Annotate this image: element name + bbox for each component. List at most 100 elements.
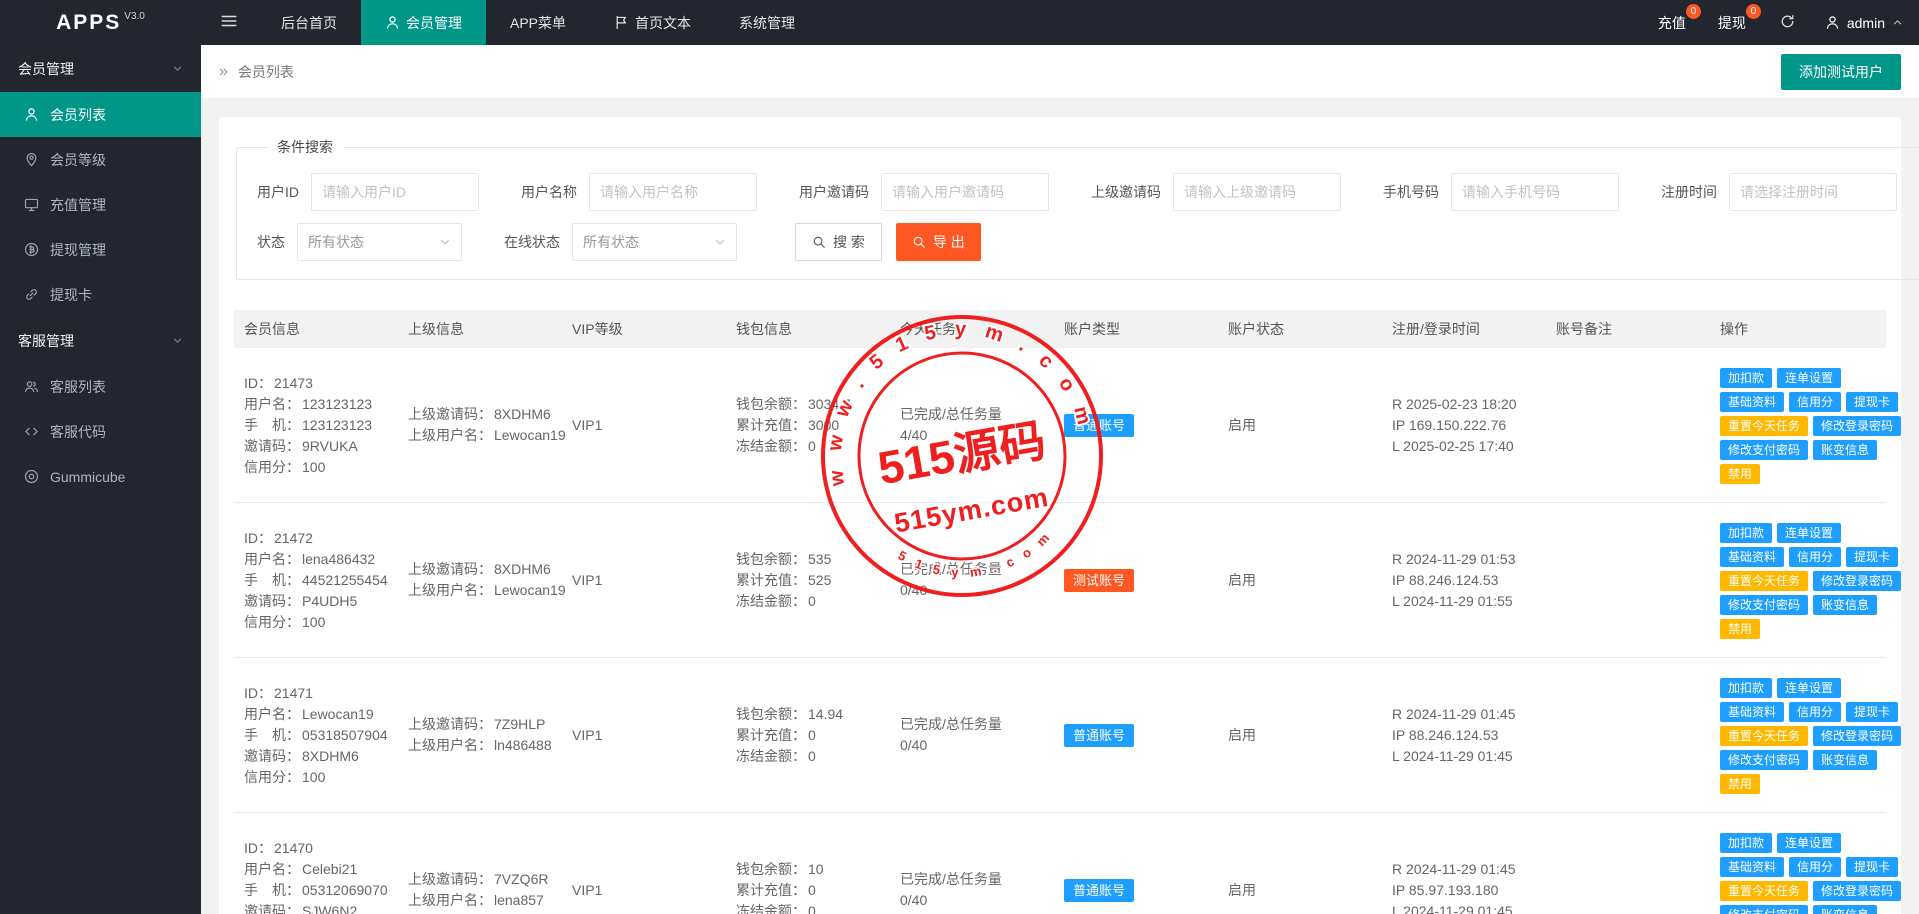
disable-button[interactable]: 禁用	[1720, 464, 1761, 485]
credit-score-button[interactable]: 信用分	[1789, 547, 1842, 568]
content-area: 条件搜索 用户ID用户名称用户邀请码上级邀请码手机号码注册时间 状态所有状态在线…	[201, 99, 1919, 914]
nav-member-management[interactable]: 会员管理	[361, 0, 486, 45]
app-version: V3.0	[124, 11, 145, 22]
change-pay-password-button[interactable]: 修改支付密码	[1720, 905, 1809, 914]
combo-order-settings-button[interactable]: 连单设置	[1777, 833, 1842, 854]
top-header: APPS V3.0 后台首页 会员管理 APP菜单 首页文本 系统管理 充值 0 提现 0…	[0, 0, 1919, 45]
register-time-field[interactable]	[1729, 173, 1897, 211]
change-login-password-button[interactable]: 修改登录密码	[1813, 416, 1902, 437]
sidebar-item-member-level[interactable]: 会员等级	[0, 137, 201, 182]
sidebar-item-member-list[interactable]: 会员列表	[0, 92, 201, 137]
credit-score-button[interactable]: 信用分	[1789, 857, 1842, 878]
online-status-select[interactable]: 所有状态	[572, 223, 737, 261]
register-time-field-group: 注册时间	[1661, 173, 1897, 211]
account-type-badge: 普通账号	[1064, 878, 1135, 902]
reset-today-tasks-button[interactable]: 重置今天任务	[1720, 416, 1809, 437]
change-pay-password-button[interactable]: 修改支付密码	[1720, 595, 1809, 616]
disable-button[interactable]: 禁用	[1720, 774, 1761, 795]
change-login-password-button[interactable]: 修改登录密码	[1813, 726, 1902, 747]
basic-info-button[interactable]: 基础资料	[1720, 857, 1785, 878]
sidebar-group-service-management[interactable]: 客服管理	[0, 317, 201, 364]
sidebar-item-service-code[interactable]: 客服代码	[0, 409, 201, 454]
account-change-info-button[interactable]: 账变信息	[1813, 905, 1878, 914]
add-deduction-button[interactable]: 加扣款	[1720, 833, 1773, 854]
time-cell: R 2024-11-29 01:53 IP 88.246.124.53 L 2024…	[1382, 502, 1546, 658]
add-deduction-button[interactable]: 加扣款	[1720, 523, 1773, 544]
add-deduction-button[interactable]: 加扣款	[1720, 368, 1773, 389]
reset-today-tasks-button[interactable]: 重置今天任务	[1720, 571, 1809, 592]
reset-today-tasks-button[interactable]: 重置今天任务	[1720, 726, 1809, 747]
column-header: 上级信息	[398, 310, 562, 348]
combo-order-settings-button[interactable]: 连单设置	[1777, 523, 1842, 544]
withdraw-card-button[interactable]: 提现卡	[1846, 547, 1899, 568]
search-legend: 条件搜索	[277, 139, 333, 155]
search-panel: 条件搜索 用户ID用户名称用户邀请码上级邀请码手机号码注册时间 状态所有状态在线…	[236, 137, 1919, 280]
hamburger-menu-button[interactable]	[201, 0, 257, 45]
account-type-cell: 普通账号	[1054, 657, 1218, 813]
parent-invite-code-field[interactable]	[1173, 173, 1341, 211]
admin-menu[interactable]: admin	[1809, 0, 1919, 45]
change-pay-password-button[interactable]: 修改支付密码	[1720, 440, 1809, 461]
table-header-row: 会员信息 上级信息 VIP等级 钱包信息 今天任务 账户类型 账户状态 注册/登录时间 账号备注…	[234, 310, 1886, 348]
user-id-field[interactable]	[311, 173, 479, 211]
actions-cell: 加扣款连单设置基础资料信用分提现卡重置今天任务修改登录密码修改支付密码账变信息禁…	[1710, 812, 1902, 914]
user-icon	[1825, 15, 1840, 30]
phone-field[interactable]	[1451, 173, 1619, 211]
nav-home-text[interactable]: 首页文本	[590, 0, 715, 45]
account-change-info-button[interactable]: 账变信息	[1813, 750, 1878, 771]
account-type-cell: 普通账号	[1054, 348, 1218, 503]
search-button[interactable]: 搜 索	[795, 223, 882, 261]
nav-dashboard[interactable]: 后台首页	[257, 0, 361, 45]
user-name-field-group: 用户名称	[521, 173, 757, 211]
user-icon	[385, 15, 400, 30]
change-login-password-button[interactable]: 修改登录密码	[1813, 881, 1902, 902]
refresh-button[interactable]	[1766, 0, 1809, 45]
chevron-down-icon	[439, 236, 451, 248]
basic-info-button[interactable]: 基础资料	[1720, 547, 1785, 568]
reset-today-tasks-button[interactable]: 重置今天任务	[1720, 881, 1809, 902]
user-invite-code-field[interactable]	[881, 173, 1049, 211]
combo-order-settings-button[interactable]: 连单设置	[1777, 678, 1842, 699]
today-task-cell: 已完成/总任务量 0/40	[890, 812, 1054, 914]
withdraw-card-button[interactable]: 提现卡	[1846, 392, 1899, 413]
withdraw-card-button[interactable]: 提现卡	[1846, 857, 1899, 878]
search-selects: 状态 所有状态 在线状态 所有状态	[257, 223, 779, 261]
column-header: 操作	[1710, 310, 1886, 348]
disable-button[interactable]: 禁用	[1720, 619, 1761, 640]
column-header: 会员信息	[234, 310, 398, 348]
sidebar-item-withdraw-card[interactable]: 提现卡	[0, 272, 201, 317]
member-info-cell: ID： 21473 用户名： 123123123 手 机： 123123123 邀请码： 9R…	[234, 348, 398, 503]
user-name-field[interactable]	[589, 173, 757, 211]
account-change-info-button[interactable]: 账变信息	[1813, 440, 1878, 461]
sidebar-item-service-list[interactable]: 客服列表	[0, 364, 201, 409]
pin-icon	[24, 152, 39, 167]
credit-score-button[interactable]: 信用分	[1789, 392, 1842, 413]
sidebar-item-withdraw-management[interactable]: 提现管理	[0, 227, 201, 272]
breadcrumb-bar: » 会员列表 添加测试用户	[201, 45, 1919, 99]
change-login-password-button[interactable]: 修改登录密码	[1813, 571, 1902, 592]
add-deduction-button[interactable]: 加扣款	[1720, 678, 1773, 699]
change-pay-password-button[interactable]: 修改支付密码	[1720, 750, 1809, 771]
withdraw-link[interactable]: 提现 0	[1706, 0, 1766, 45]
wallet-cell: 钱包余额： 3034.7 累计充值： 3000 冻结金额： 0	[726, 348, 890, 503]
chevron-down-icon	[172, 63, 183, 74]
chevron-up-icon	[1892, 17, 1903, 28]
search-icon	[812, 235, 826, 249]
users-icon	[24, 379, 39, 394]
export-button[interactable]: 导 出	[895, 223, 981, 261]
recharge-link[interactable]: 充值 0	[1646, 0, 1706, 45]
credit-score-button[interactable]: 信用分	[1789, 702, 1842, 723]
nav-system-management[interactable]: 系统管理	[715, 0, 819, 45]
status-select[interactable]: 所有状态	[297, 223, 462, 261]
basic-info-button[interactable]: 基础资料	[1720, 702, 1785, 723]
combo-order-settings-button[interactable]: 连单设置	[1777, 368, 1842, 389]
nav-app-menu[interactable]: APP菜单	[486, 0, 590, 45]
sidebar-item-gummicube[interactable]: Gummicube	[0, 454, 201, 499]
add-test-user-button[interactable]: 添加测试用户	[1781, 53, 1901, 90]
recharge-badge: 0	[1685, 4, 1701, 19]
account-change-info-button[interactable]: 账变信息	[1813, 595, 1878, 616]
sidebar-item-recharge-management[interactable]: 充值管理	[0, 182, 201, 227]
sidebar-group-member-management[interactable]: 会员管理	[0, 45, 201, 92]
withdraw-card-button[interactable]: 提现卡	[1846, 702, 1899, 723]
basic-info-button[interactable]: 基础资料	[1720, 392, 1785, 413]
